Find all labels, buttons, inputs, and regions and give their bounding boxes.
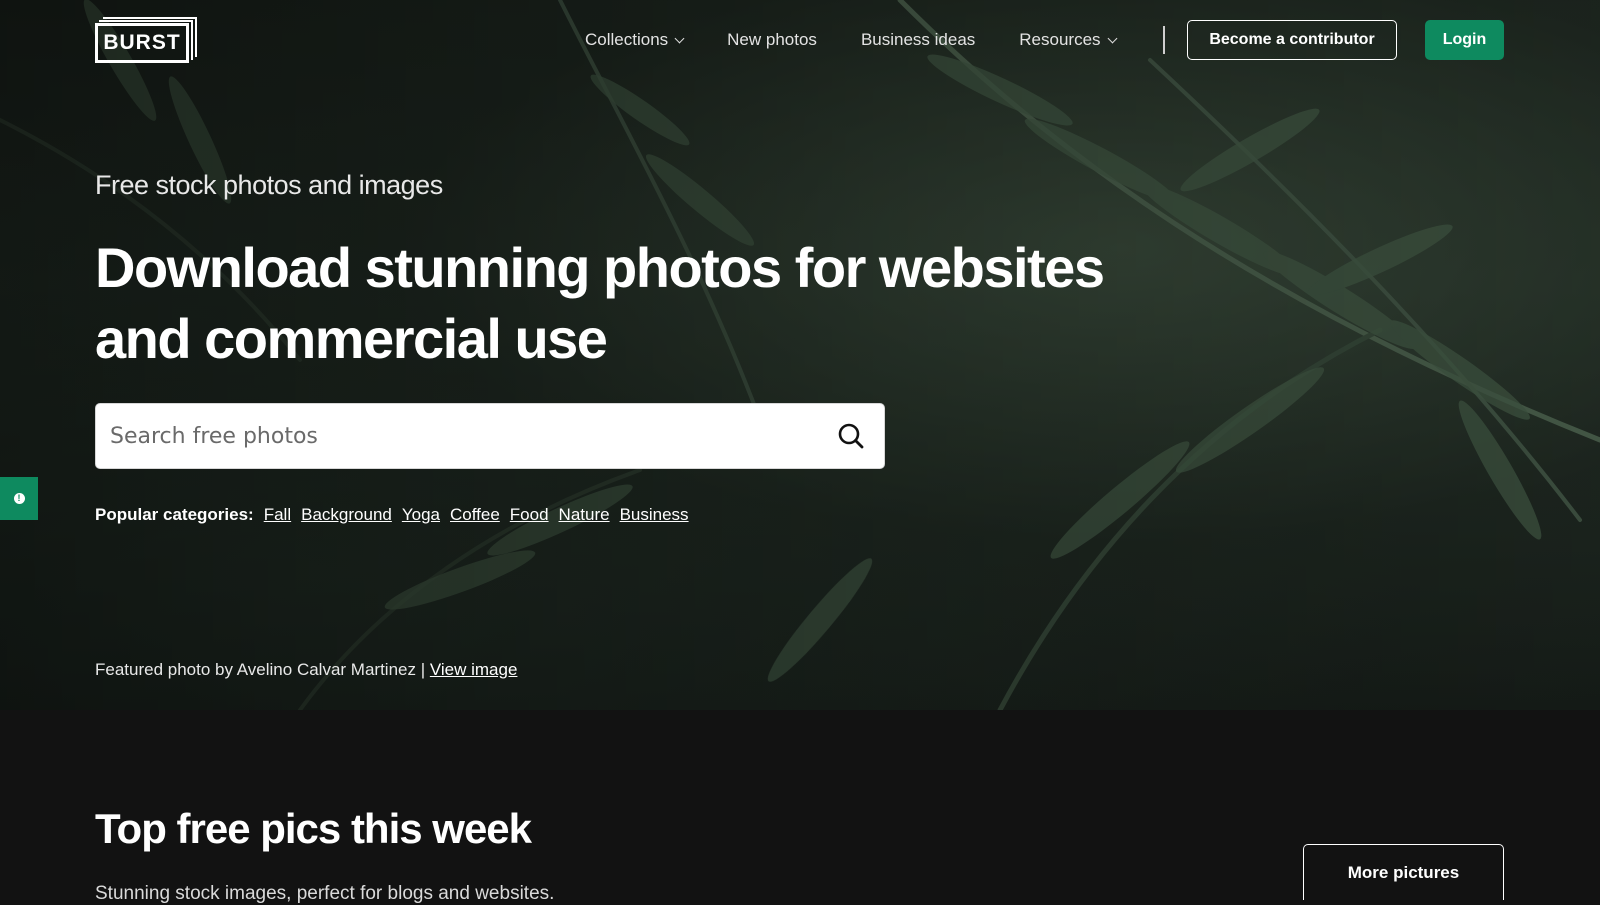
category-link-coffee[interactable]: Coffee <box>450 505 500 525</box>
hero-section: BURST Collections New photos Business id… <box>0 0 1600 710</box>
nav-resources-label: Resources <box>1019 30 1101 49</box>
chevron-down-icon <box>674 33 685 43</box>
logo-text: BURST <box>95 23 189 63</box>
nav-new-photos-label: New photos <box>727 30 817 49</box>
logo-stack-line <box>99 20 193 22</box>
search-bar <box>95 403 885 469</box>
more-pictures-button[interactable]: More pictures <box>1303 844 1504 900</box>
category-link-business[interactable]: Business <box>620 505 689 525</box>
category-link-yoga[interactable]: Yoga <box>402 505 440 525</box>
top-pics-subtitle: Stunning stock images, perfect for blogs… <box>95 883 555 904</box>
nav-business-ideas[interactable]: Business ideas <box>861 30 975 50</box>
logo-stack-line <box>103 17 197 19</box>
popular-categories: Popular categories: Fall Background Yoga… <box>95 505 699 525</box>
nav-divider <box>1163 26 1165 54</box>
main-nav: Collections New photos Business ideas Re… <box>585 22 1160 58</box>
nav-new-photos[interactable]: New photos <box>727 30 817 50</box>
nav-business-ideas-label: Business ideas <box>860 30 976 49</box>
logo-stack-line <box>195 17 197 57</box>
category-link-nature[interactable]: Nature <box>559 505 610 525</box>
categories-label: Popular categories: <box>95 505 254 524</box>
burst-logo[interactable]: BURST <box>95 17 197 63</box>
become-contributor-button[interactable]: Become a contributor <box>1187 20 1397 60</box>
nav-resources[interactable]: Resources <box>1019 30 1117 50</box>
hero-eyebrow: Free stock photos and images <box>95 170 443 200</box>
hero-headline: Download stunning photos for websites an… <box>95 236 1105 370</box>
search-input[interactable] <box>110 423 790 449</box>
feedback-tab[interactable]: ! <box>0 477 38 520</box>
search-icon <box>838 423 864 449</box>
login-button[interactable]: Login <box>1425 20 1504 60</box>
category-link-fall[interactable]: Fall <box>264 505 291 525</box>
featured-photo-credit: Featured photo by Avelino Calvar Martine… <box>95 660 517 680</box>
featured-credit-text: Featured photo by Avelino Calvar Martine… <box>95 660 426 679</box>
nav-collections[interactable]: Collections <box>585 30 685 50</box>
category-link-background[interactable]: Background <box>301 505 392 525</box>
info-icon: ! <box>13 493 25 504</box>
nav-collections-label: Collections <box>585 30 669 49</box>
top-pics-title: Top free pics this week <box>95 805 532 852</box>
logo-stack-line <box>191 20 193 60</box>
search-button[interactable] <box>834 419 870 455</box>
view-image-link[interactable]: View image <box>430 660 518 679</box>
chevron-down-icon <box>1107 33 1117 43</box>
category-link-food[interactable]: Food <box>510 505 549 525</box>
